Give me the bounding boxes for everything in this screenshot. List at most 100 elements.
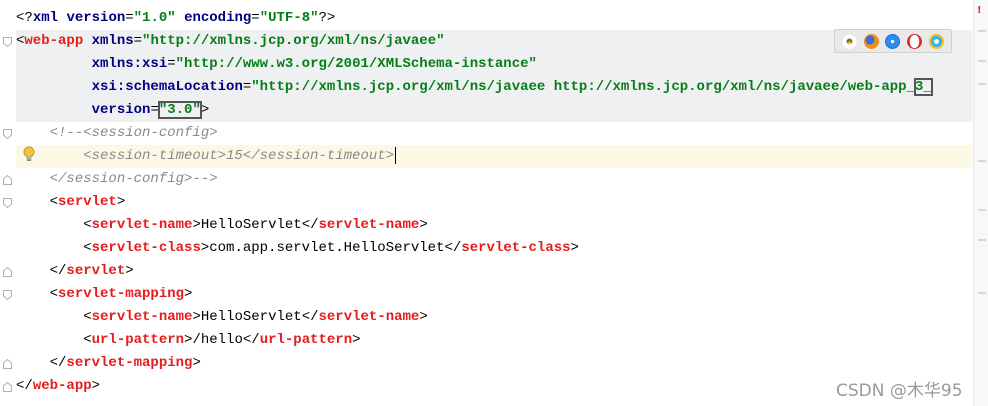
firefox-icon[interactable] — [863, 33, 879, 49]
fold-close-icon[interactable] — [3, 359, 12, 369]
tag-name: servlet — [66, 263, 126, 279]
stripe-mark[interactable] — [978, 292, 986, 294]
code-token: = — [242, 79, 252, 95]
code-line[interactable]: <servlet-name>HelloServlet</servlet-name… — [16, 214, 972, 237]
code-line[interactable]: <?xml version="1.0" encoding="UTF-8"?> — [16, 7, 972, 30]
code-token: </ — [242, 332, 260, 348]
tag-name: servlet-name — [91, 309, 193, 325]
code-token: = — [150, 102, 159, 118]
code-token: > — [352, 332, 361, 348]
code-token: > — [125, 263, 134, 279]
code-token: HelloServlet — [200, 309, 302, 325]
stripe-mark[interactable] — [978, 60, 986, 62]
tag-name: servlet-class — [91, 240, 201, 256]
code-token: < — [16, 194, 59, 210]
code-line[interactable]: <url-pattern>/hello</url-pattern> — [16, 329, 972, 352]
code-token: > — [419, 217, 428, 233]
stripe-mark[interactable] — [978, 209, 986, 211]
code-token: > — [184, 286, 193, 302]
error-stripe[interactable]: ! — [973, 0, 988, 406]
code-token: com.app.servlet.HelloServlet — [209, 240, 445, 256]
tag-name: servlet-mapping — [66, 355, 193, 371]
code-token: = — [125, 10, 134, 26]
code-token: > — [91, 378, 101, 394]
fold-open-icon[interactable] — [3, 37, 12, 47]
code-line[interactable]: xmlns:xsi="http://www.w3.org/2001/XMLSch… — [16, 53, 972, 76]
opera-icon[interactable] — [907, 33, 923, 49]
tag-name: servlet — [58, 194, 117, 210]
stripe-mark[interactable] — [978, 83, 986, 85]
code-token: < — [16, 217, 92, 233]
tag-name: servlet-mapping — [58, 286, 185, 302]
code-line[interactable]: <servlet-name>HelloServlet</servlet-name… — [16, 306, 972, 329]
code-line[interactable]: <session-timeout>15</session-timeout> — [16, 145, 972, 168]
code-line[interactable]: </servlet-mapping> — [16, 352, 972, 375]
attribute-value: "http://xmlns.jcp.org/xml/ns/javaee" — [142, 33, 445, 49]
stripe-mark[interactable] — [978, 239, 986, 241]
text-caret — [395, 146, 397, 164]
stripe-mark[interactable] — [978, 160, 986, 162]
code-token: </ — [301, 309, 319, 325]
fold-close-icon[interactable] — [3, 175, 12, 185]
code-token: /hello — [192, 332, 243, 348]
code-token: < — [16, 240, 92, 256]
tag-name: url-pattern — [259, 332, 353, 348]
comment-text: <session-timeout>15</session-timeout> — [16, 148, 395, 164]
code-token: HelloServlet — [200, 217, 302, 233]
error-marker[interactable]: ! — [977, 5, 982, 16]
tag-name: servlet-name — [91, 217, 193, 233]
code-token: ?> — [318, 10, 336, 26]
watermark: CSDN @木华95 — [836, 381, 963, 401]
code-token: > — [200, 240, 210, 256]
attribute-value: "3.0" — [157, 101, 202, 119]
tag-name: web-app — [24, 33, 84, 49]
code-line[interactable]: <servlet> — [16, 191, 972, 214]
fold-open-icon[interactable] — [3, 129, 12, 139]
browser-preview-toolbar — [834, 29, 952, 53]
stripe-mark[interactable] — [978, 30, 986, 32]
code-line[interactable]: xsi:schemaLocation="http://xmlns.jcp.org… — [16, 76, 972, 99]
code-line[interactable]: version="3.0"> — [16, 99, 972, 122]
code-line[interactable]: <servlet-class>com.app.servlet.HelloServ… — [16, 237, 972, 260]
attribute-name: version — [91, 102, 151, 118]
code-line[interactable]: <servlet-mapping> — [16, 283, 972, 306]
code-token: < — [16, 332, 92, 348]
code-token: </ — [301, 217, 319, 233]
code-line[interactable]: </session-config>--> — [16, 168, 972, 191]
tag-name: url-pattern — [91, 332, 185, 348]
code-token: > — [116, 194, 126, 210]
comment-text: <!--<session-config> — [16, 125, 218, 141]
attribute-name: version — [66, 10, 126, 26]
code-line[interactable]: <!--<session-config> — [16, 122, 972, 145]
tag-name: servlet-name — [318, 309, 420, 325]
ie-icon[interactable] — [929, 33, 945, 49]
attribute-name: xmlns — [91, 33, 134, 49]
fold-open-icon[interactable] — [3, 198, 12, 208]
code-token: > — [570, 240, 579, 256]
code-token: <? — [16, 10, 33, 26]
attribute-value: "http://xmlns.jcp.org/xml/ns/javaee http… — [251, 79, 915, 95]
code-token: < — [16, 286, 59, 302]
code-line[interactable]: </web-app> — [16, 375, 972, 398]
code-line[interactable]: </servlet> — [16, 260, 972, 283]
fold-open-icon[interactable] — [3, 290, 12, 300]
attribute-name: xmlns:xsi — [91, 56, 168, 72]
safari-icon[interactable] — [885, 33, 901, 49]
fold-close-icon[interactable] — [3, 267, 12, 277]
attribute-value: "UTF-8" — [259, 10, 319, 26]
code-token: </ — [16, 355, 67, 371]
attribute-name: encoding — [184, 10, 252, 26]
lightbulb-icon[interactable] — [22, 146, 36, 162]
attribute-value: "http://www.w3.org/2001/XMLSchema-instan… — [175, 56, 537, 72]
tag-name: web-app — [32, 378, 92, 394]
fold-close-icon[interactable] — [3, 382, 12, 392]
code-token: > — [192, 217, 201, 233]
chrome-icon[interactable] — [841, 33, 857, 49]
code-line[interactable]: <web-app xmlns="http://xmlns.jcp.org/xml… — [16, 30, 972, 53]
attribute-value: 3_ — [913, 78, 933, 96]
